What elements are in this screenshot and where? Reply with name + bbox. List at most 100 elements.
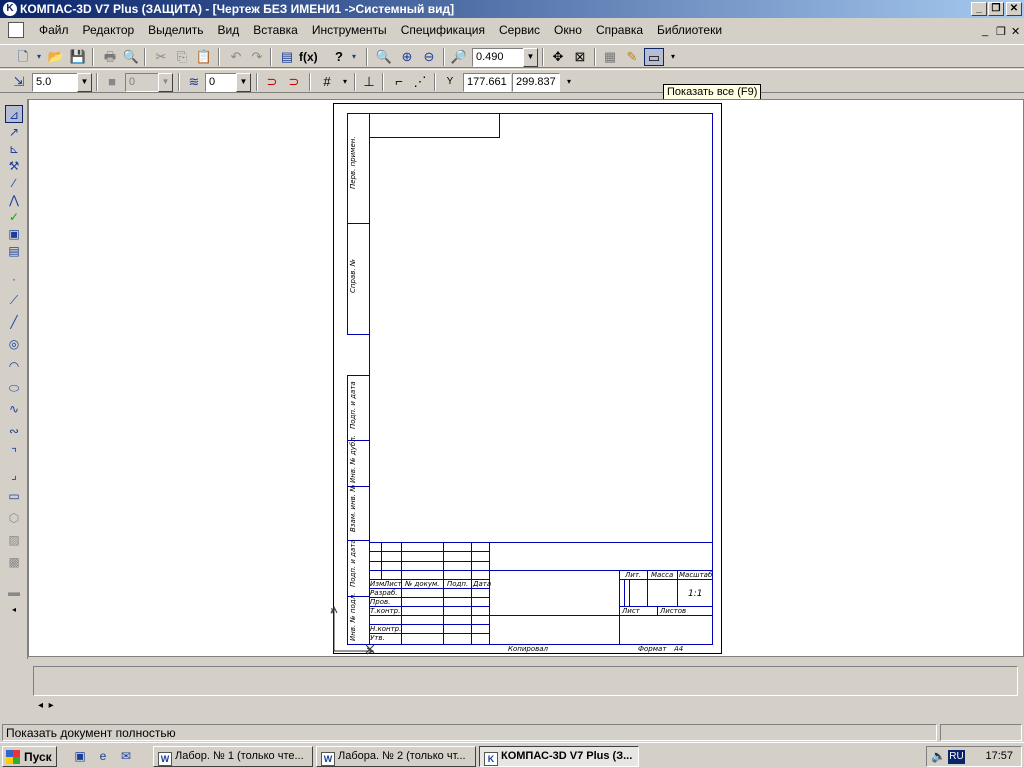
kompas-app-icon[interactable]: K xyxy=(3,2,17,16)
menu-tools[interactable]: Инструменты xyxy=(305,23,394,37)
zoom-scale-input[interactable]: 0.490 xyxy=(472,48,524,67)
segment-icon[interactable]: ╱ xyxy=(5,313,23,331)
variables-icon[interactable]: f(x) xyxy=(299,48,318,66)
clock[interactable]: 17:57 xyxy=(985,750,1013,762)
style-input[interactable]: 0 xyxy=(125,73,159,92)
nurbs-icon[interactable]: ∾ xyxy=(5,422,23,440)
fill-icon[interactable]: ▩ xyxy=(5,553,23,571)
contour-icon[interactable]: ⬡ xyxy=(5,509,23,527)
document-icon[interactable] xyxy=(8,22,24,38)
zoom-scale-dropdown[interactable]: ▼ xyxy=(523,48,538,67)
auxiliary-line-icon[interactable]: ⟋ xyxy=(5,291,23,309)
language-indicator[interactable]: RU xyxy=(948,750,965,764)
menu-view[interactable]: Вид xyxy=(211,23,247,37)
toolbar-overflow-icon[interactable]: ▾ xyxy=(560,73,578,91)
layer-input[interactable]: 0 xyxy=(205,73,237,92)
print-icon[interactable]: 🖶 xyxy=(101,48,119,66)
mdi-close-button[interactable]: ✕ xyxy=(1011,25,1020,38)
save-icon[interactable]: 💾 xyxy=(69,48,87,66)
local-snap-icon[interactable]: ⊃ xyxy=(285,73,303,91)
open-icon[interactable]: 📂 xyxy=(47,48,65,66)
cut-icon[interactable]: ✂ xyxy=(152,48,170,66)
restore-button[interactable]: ❐ xyxy=(988,2,1004,16)
local-cs-icon[interactable]: ⊥ xyxy=(360,73,378,91)
point-icon[interactable]: · xyxy=(5,270,23,288)
rectangle-icon[interactable]: ▭ xyxy=(5,487,23,505)
zoom-window-icon[interactable]: 🔍 xyxy=(375,48,393,66)
geometry-panel-icon[interactable]: ⊿ xyxy=(5,105,23,123)
menu-select[interactable]: Выделить xyxy=(141,23,210,37)
taskbar-button-lab2[interactable]: W Лабора. № 2 (только чт... xyxy=(316,746,476,767)
step-dropdown[interactable]: ▼ xyxy=(77,73,92,92)
show-all-button[interactable]: ▭ xyxy=(644,48,664,66)
snap-icon[interactable]: ⊃ xyxy=(263,73,281,91)
arc-icon[interactable]: ◠ xyxy=(5,357,23,375)
more-tools-icon[interactable]: ◂ xyxy=(5,601,23,619)
taskbar-button-kompas[interactable]: K КОМПАС-3D V7 Plus (З... xyxy=(479,746,639,767)
ellipse-icon[interactable]: ⬭ xyxy=(5,379,23,397)
start-button[interactable]: Пуск xyxy=(2,746,57,767)
zoom-in-icon[interactable]: ⊕ xyxy=(398,48,416,66)
style-dropdown[interactable]: ▼ xyxy=(158,73,173,92)
menu-specification[interactable]: Спецификация xyxy=(394,23,492,37)
mdi-restore-button[interactable]: ❐ xyxy=(996,25,1006,38)
drawing-area[interactable]: Перв. примен. Справ. № Подп. и дата Инв.… xyxy=(28,99,1024,657)
hatch-icon[interactable]: ▨ xyxy=(5,531,23,549)
step-input[interactable]: 5.0 xyxy=(32,73,78,92)
show-all-dropdown-icon[interactable]: ▾ xyxy=(664,48,682,66)
grid-icon[interactable]: # xyxy=(318,73,336,91)
menu-window[interactable]: Окно xyxy=(547,23,589,37)
annotations-panel-icon[interactable]: ⊾ xyxy=(5,140,23,158)
show-all-icon[interactable]: ⊠ xyxy=(571,48,589,66)
copy-icon[interactable]: ⎘ xyxy=(173,48,191,66)
redo-icon[interactable]: ↷ xyxy=(248,48,266,66)
associative-views-icon[interactable]: ▣ xyxy=(5,225,23,243)
layer-dropdown[interactable]: ▼ xyxy=(236,73,251,92)
menu-libraries[interactable]: Библиотеки xyxy=(650,23,729,37)
properties-icon[interactable]: ▤ xyxy=(278,48,296,66)
speaker-icon[interactable]: 🔈 xyxy=(931,749,946,763)
fillet-icon[interactable]: ⌝ xyxy=(5,444,23,462)
print-preview-icon[interactable]: 🔍 xyxy=(122,48,140,66)
grid-dropdown-icon[interactable]: ▾ xyxy=(336,73,354,91)
menu-service[interactable]: Сервис xyxy=(492,23,547,37)
parametrization-panel-icon[interactable]: ∕ xyxy=(5,174,23,192)
help-dropdown-icon[interactable]: ▾ xyxy=(345,48,363,66)
spec-panel-icon[interactable]: ▤ xyxy=(5,242,23,260)
outlook-express-icon[interactable]: ✉ xyxy=(118,748,134,764)
minimize-button[interactable]: _ xyxy=(971,2,987,16)
paste-icon[interactable]: 📋 xyxy=(195,48,213,66)
menu-editor[interactable]: Редактор xyxy=(76,23,142,37)
macro-icon[interactable]: ▬ xyxy=(5,583,23,601)
edit-panel-icon[interactable]: ⚒ xyxy=(5,157,23,175)
close-button[interactable]: ✕ xyxy=(1006,2,1022,16)
step-cursor-icon[interactable]: ⇲ xyxy=(10,73,28,91)
cursor-y-field[interactable]: 299.837 xyxy=(512,73,560,92)
property-scroll[interactable]: ◂ ▸ xyxy=(38,700,54,711)
zoom-out-icon[interactable]: ⊖ xyxy=(420,48,438,66)
taskbar-button-lab1[interactable]: W Лабор. № 1 (только чте... xyxy=(153,746,313,767)
chamfer-icon[interactable]: ⌟ xyxy=(5,466,23,484)
layer-icon[interactable]: ≋ xyxy=(185,73,203,91)
show-desktop-icon[interactable]: ▣ xyxy=(72,748,88,764)
cursor-x-field[interactable]: 177.661 xyxy=(463,73,511,92)
rebuild-icon[interactable]: ▦ xyxy=(601,48,619,66)
menu-file[interactable]: Файл xyxy=(32,23,76,37)
menu-help[interactable]: Справка xyxy=(589,23,650,37)
internet-explorer-icon[interactable]: e xyxy=(95,748,111,764)
new-dropdown-icon[interactable]: ▾ xyxy=(30,48,48,66)
measure-panel-icon[interactable]: ⋀ xyxy=(5,191,23,209)
continuous-input-icon[interactable]: ∿ xyxy=(5,400,23,418)
parametric-icon[interactable]: ⋰ xyxy=(411,73,429,91)
circle-icon[interactable]: ◎ xyxy=(5,335,23,353)
undo-icon[interactable]: ↶ xyxy=(227,48,245,66)
select-panel-icon[interactable]: ✓ xyxy=(5,208,23,226)
mdi-minimize-button[interactable]: _ xyxy=(982,25,988,37)
pan-icon[interactable]: ✥ xyxy=(549,48,567,66)
dimensions-panel-icon[interactable]: ↗ xyxy=(5,123,23,141)
refresh-icon[interactable]: ✎ xyxy=(623,48,641,66)
style-icon[interactable]: ■ xyxy=(103,73,121,91)
menu-insert[interactable]: Вставка xyxy=(246,23,305,37)
zoom-scale-icon[interactable]: 🔎 xyxy=(450,48,468,66)
ortho-icon[interactable]: ⌐ xyxy=(390,73,408,91)
